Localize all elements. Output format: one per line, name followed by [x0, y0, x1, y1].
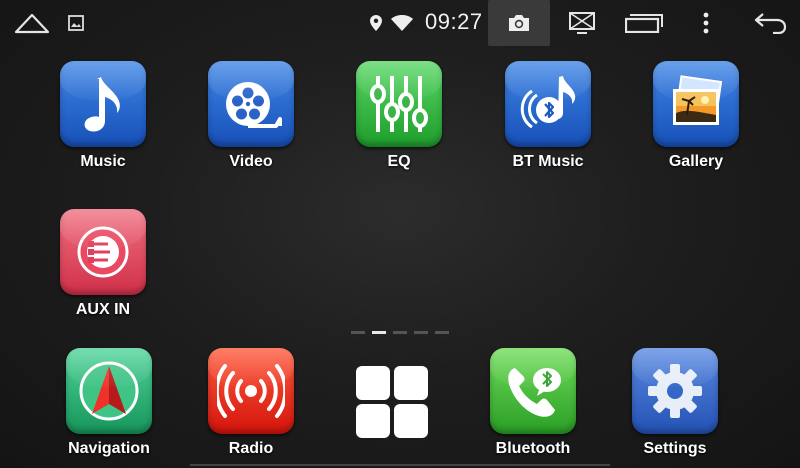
navigation-arrow-icon [79, 361, 139, 421]
app-aux-in[interactable]: AUX IN [48, 209, 158, 319]
home-icon [14, 13, 50, 34]
back-icon [754, 13, 787, 34]
page-indicator [351, 331, 449, 334]
location-icon [370, 15, 382, 31]
location-status [366, 0, 386, 46]
app-video[interactable]: Video [196, 61, 306, 171]
gear-icon [648, 364, 702, 418]
page-dot [435, 331, 449, 334]
app-music[interactable]: Music [48, 61, 158, 171]
recent-apps-button[interactable] [620, 0, 668, 46]
more-icon [703, 12, 709, 34]
screen-mirror-icon [569, 12, 595, 34]
film-reel-icon [226, 82, 282, 128]
page-dot [414, 331, 428, 334]
dock-navigation[interactable]: Navigation [54, 348, 164, 458]
clock: 09:27 [425, 9, 483, 34]
camera-icon [509, 15, 529, 31]
dock-divider [190, 464, 610, 466]
recent-apps-icon [625, 14, 663, 33]
page-dot [351, 331, 365, 334]
screen-mirror-button[interactable] [560, 0, 604, 46]
all-apps-icon [356, 366, 390, 400]
wifi-icon [391, 15, 413, 31]
app-gallery[interactable]: Gallery [641, 61, 751, 171]
picture-icon [68, 15, 84, 31]
equalizer-icon [370, 76, 428, 132]
page-dot [393, 331, 407, 334]
more-options-button[interactable] [692, 0, 720, 46]
all-apps-button[interactable] [356, 366, 428, 438]
back-button[interactable] [748, 0, 792, 46]
gallery-icon [673, 75, 723, 125]
app-eq[interactable]: EQ [344, 61, 454, 171]
dock-radio[interactable]: Radio [196, 348, 306, 458]
music-note-icon [84, 77, 120, 132]
dock-settings[interactable]: Settings [620, 348, 730, 458]
wifi-status [389, 0, 415, 46]
bluetooth-phone-icon [508, 368, 561, 417]
app-bt-music[interactable]: BT Music [493, 61, 603, 171]
page-dot-active [372, 331, 386, 334]
bt-music-icon [520, 76, 576, 129]
home-button[interactable] [8, 0, 56, 46]
status-bar: 09:27 [0, 0, 800, 46]
aux-plug-icon [77, 226, 129, 278]
notification-picture [62, 0, 90, 46]
screenshot-button[interactable] [488, 0, 550, 46]
dock-bluetooth[interactable]: Bluetooth [478, 348, 588, 458]
radio-waves-icon [217, 364, 285, 418]
